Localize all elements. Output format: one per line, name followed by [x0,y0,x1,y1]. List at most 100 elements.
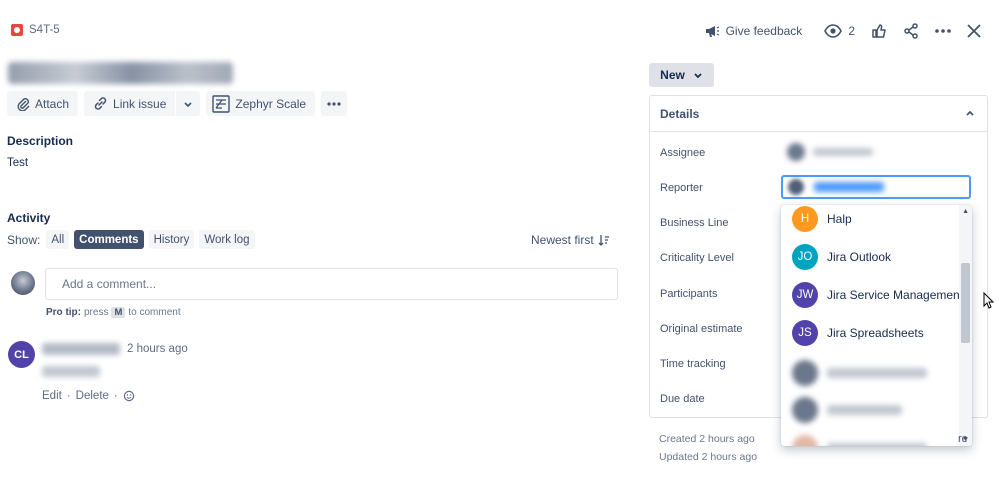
zephyr-icon [212,94,231,113]
user-option-name-redacted [827,368,927,378]
reporter-picker-input[interactable] [781,175,971,199]
scroll-up-arrow-icon[interactable]: ▲ [962,208,969,215]
activity-heading: Activity [7,211,51,225]
description-text[interactable]: Test [7,157,28,169]
chevron-up-icon [966,110,974,116]
more-icon [327,101,341,106]
details-title: Details [660,106,700,121]
issue-key-breadcrumb[interactable]: S4T-5 [11,24,60,36]
user-option-name: Jira Service Management W [827,288,972,302]
scrollbar-thumb[interactable] [961,263,970,343]
assignee-avatar [787,143,805,161]
comment-actions: Edit · Delete · [42,390,135,402]
dropdown-scrollbar[interactable]: ▲ ▼ [959,205,972,446]
pro-tip-press: press [84,307,109,318]
configure-link-partial[interactable]: re [958,433,968,445]
user-option-jira-service-management[interactable]: JW Jira Service Management W [781,276,972,314]
user-option-name: Jira Outlook [827,250,892,264]
reporter-name-redacted [814,182,884,192]
bug-icon [11,24,23,36]
user-option-avatar: H [792,206,818,232]
close-button[interactable] [961,20,987,42]
link-issue-button[interactable]: Link issue [84,91,176,116]
toolbar-more-button[interactable] [321,91,348,116]
delete-comment-link[interactable]: Delete [76,390,109,402]
user-option-avatar: JO [792,244,818,270]
comment-author-avatar[interactable]: CL [8,341,35,368]
comment-author-name-redacted[interactable] [42,343,120,355]
share-button[interactable] [897,20,925,42]
filter-history[interactable]: History [148,230,195,249]
chevron-down-icon [694,73,702,79]
chevron-down-icon [184,101,192,107]
pro-tip: Pro tip: press M to comment [46,307,181,318]
filter-work-log[interactable]: Work log [199,230,255,249]
user-option-name-redacted [827,443,927,446]
user-option-redacted[interactable] [781,429,959,446]
give-feedback-button[interactable]: Give feedback [698,20,809,42]
sort-order-button[interactable]: Newest first [531,233,610,247]
mouse-cursor-icon [983,292,994,309]
assignee-name-redacted [813,148,873,156]
updated-timestamp: Updated 2 hours ago [659,451,758,463]
description-heading: Description [7,134,74,148]
shortcut-key: M [111,307,126,318]
share-icon [904,23,918,39]
reporter-avatar [788,179,804,195]
eye-icon [824,24,843,38]
close-icon [967,24,981,38]
issue-actions: Give feedback 2 [698,20,987,42]
add-comment-input[interactable]: Add a comment... [45,268,618,300]
current-user-avatar [11,271,35,295]
user-option-avatar [792,397,818,423]
field-label-participants: Participants [660,288,718,300]
field-label-assignee: Assignee [660,147,706,159]
field-label-business-line: Business Line [660,217,729,229]
field-label-criticality-level: Criticality Level [660,252,734,264]
paperclip-icon [17,97,30,111]
user-option-halp[interactable]: H Halp [781,205,959,238]
filter-all[interactable]: All [46,230,70,249]
comment-body-redacted [42,366,100,377]
issue-title-redacted[interactable] [8,62,233,84]
watch-button[interactable]: 2 [818,20,861,42]
field-label-reporter: Reporter [660,182,703,194]
zephyr-scale-button[interactable]: Zephyr Scale [206,91,316,116]
user-option-avatar: JW [792,282,818,308]
user-option-redacted[interactable] [781,354,959,392]
user-option-jira-outlook[interactable]: JO Jira Outlook [781,238,959,276]
user-option-name-redacted [827,405,902,415]
field-label-due-date: Due date [660,393,705,405]
edit-comment-link[interactable]: Edit [42,390,62,402]
status-label: New [660,68,685,82]
filter-comments[interactable]: Comments [74,230,144,249]
user-option-avatar [792,435,818,446]
created-timestamp: Created 2 hours ago [659,433,755,445]
user-option-redacted[interactable] [781,391,959,429]
attach-button[interactable]: Attach [7,91,79,116]
user-option-name: Jira Spreadsheets [827,326,924,340]
megaphone-icon [705,26,719,37]
more-actions-button[interactable] [929,20,957,42]
link-issue-label: Link issue [113,96,167,111]
assignee-value-redacted[interactable] [787,143,882,161]
comment-timestamp[interactable]: 2 hours ago [127,343,188,355]
sort-icon [598,235,609,246]
details-header[interactable]: Details [650,96,987,132]
add-reaction-icon[interactable] [123,390,135,402]
add-comment-placeholder: Add a comment... [62,277,157,291]
link-issue-dropdown-button[interactable] [176,91,201,116]
user-option-avatar [792,360,818,386]
like-button[interactable] [865,20,893,42]
thumbs-up-icon [872,24,886,38]
field-label-original-estimate: Original estimate [660,323,743,335]
issue-key[interactable]: S4T-5 [29,24,60,36]
separator-dot: · [113,390,118,402]
user-option-jira-spreadsheets[interactable]: JS Jira Spreadsheets [781,314,959,352]
issue-toolbar: Attach Link issue Zephyr Scale [7,91,348,116]
give-feedback-label: Give feedback [725,24,803,38]
show-label: Show: [7,232,41,247]
attach-label: Attach [35,96,70,111]
status-dropdown[interactable]: New [649,63,714,87]
link-icon [94,97,107,110]
